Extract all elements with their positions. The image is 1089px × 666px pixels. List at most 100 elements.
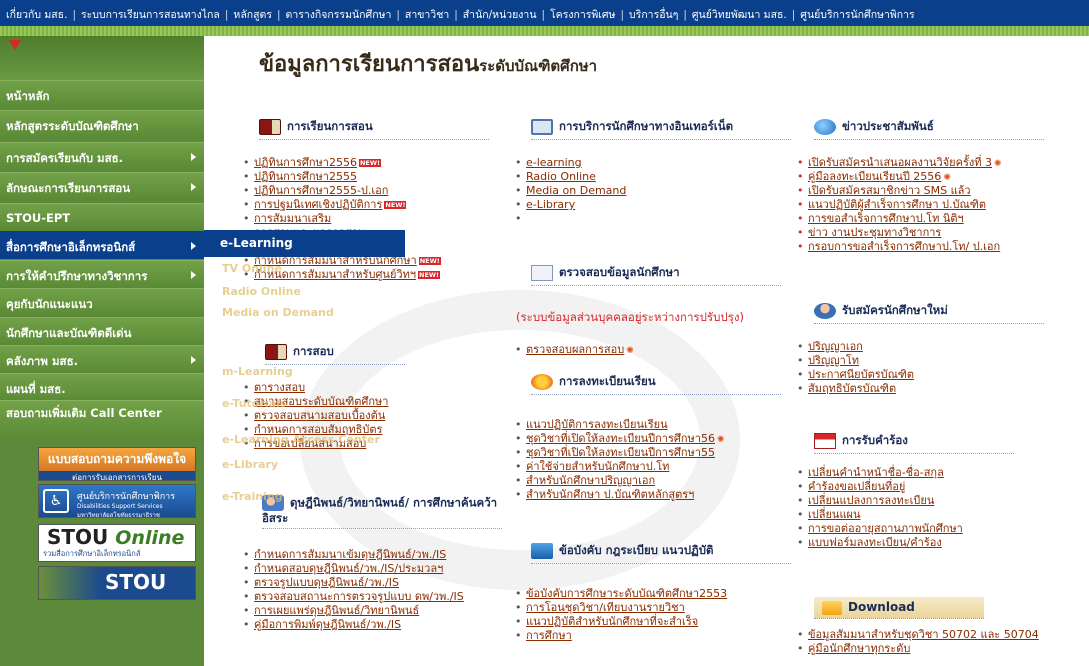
sidebar-item[interactable]: คุยกับนักแนะแนว — [0, 288, 204, 316]
sidebar-item[interactable]: ลักษณะการเรียนการสอน — [0, 172, 204, 200]
list-link[interactable]: การขอสำเร็จการศึกษาป.โท นิติฯ — [808, 212, 964, 225]
list-link[interactable]: คู่มือลงทะเบียนเรียนปี 2556 — [808, 170, 941, 183]
list-link[interactable]: การขอต่ออายุสถานภาพนักศึกษา — [808, 522, 963, 535]
top-nav-item[interactable]: สำนัก/หน่วยงาน — [463, 9, 537, 21]
list-link[interactable]: ข่าว งานประชุมทางวิชาการ — [808, 226, 941, 239]
section-thesis: ดุษฎีนิพนธ์/วิทยานิพนธ์/ การศึกษาค้นคว้า… — [262, 495, 502, 529]
section-check: ตรวจสอบข้อมูลนักศึกษา — [531, 264, 781, 286]
sidebar-item-label: นักศึกษาและบัณฑิตดีเด่น — [6, 326, 132, 340]
nav-separator: | — [72, 9, 76, 21]
sidebar-item[interactable]: การสมัครเรียนกับ มสธ. — [0, 142, 204, 170]
section-check-title: ตรวจสอบข้อมูลนักศึกษา — [559, 265, 680, 279]
list-link[interactable]: ปริญญาเอก — [808, 340, 863, 353]
list-item: ข้อมูลสัมมนาสำหรับชุดวิชา 50702 และ 5070… — [796, 628, 1039, 642]
list-item: ข่าว งานประชุมทางวิชาการ — [796, 226, 1002, 240]
list-link[interactable]: การศึกษา — [526, 629, 572, 642]
list-link[interactable]: Radio Online — [526, 170, 596, 183]
sidebar-item[interactable]: คลังภาพ มสธ. — [0, 345, 204, 373]
list-link[interactable]: ปฏิทินการศึกษา2555 — [254, 170, 357, 183]
sidebar-item[interactable]: นักศึกษาและบัณฑิตดีเด่น — [0, 317, 204, 345]
list-item: แนวปฏิบัติการลงทะเบียนเรียน — [514, 418, 725, 432]
section-download-title: Download — [848, 600, 915, 614]
top-nav-item[interactable]: หลักสูตร — [233, 9, 272, 21]
list-link[interactable]: ตรวจสอบสถานะการตรวจรูปแบบ ดพ/วพ./IS — [254, 590, 464, 603]
list-link[interactable]: ค่าใช้จ่ายสำหรับนักศึกษาป.โท — [526, 460, 669, 473]
section-petition: การรับคำร้อง — [814, 432, 1014, 454]
list-link[interactable]: ตรวจรูปแบบดุษฎีนิพนธ์/วพ./IS — [254, 576, 399, 589]
top-nav-item[interactable]: เกี่ยวกับ มสธ. — [6, 9, 67, 21]
nav-separator: | — [541, 9, 546, 21]
list-link[interactable]: แบบฟอร์มลงทะเบียน/คำร้อง — [808, 536, 942, 549]
list-link[interactable]: ตารางสอบ — [254, 381, 305, 394]
list-link[interactable]: คู่มือนักศึกษาทุกระดับ — [808, 642, 910, 655]
list-link[interactable]: เปิดรับสมัครสมาชิกข่าว SMS แล้ว — [808, 184, 971, 197]
list-link[interactable]: ตรวจสอบผลการสอบ — [526, 343, 624, 356]
chevron-right-icon — [191, 242, 196, 250]
sidebar-item[interactable]: สอบถามเพิ่มเติม Call Center — [0, 400, 204, 440]
list-link[interactable]: คำร้องขอเปลี่ยนที่อยู่ — [808, 480, 905, 493]
list-link[interactable]: เปลี่ยนแปลงการลงทะเบียน — [808, 494, 934, 507]
list-link[interactable]: ประกาศนียบัตรบัณฑิต — [808, 368, 914, 381]
sidebar-item[interactable]: หลักสูตรระดับบัณฑิตศึกษา — [0, 110, 204, 138]
sidebar-item[interactable]: หน้าหลัก — [0, 80, 204, 108]
top-nav-item[interactable]: บริการอื่นๆ — [629, 9, 678, 21]
list-link[interactable]: ชุดวิชาที่เปิดให้ลงทะเบียนปีการศึกษา55 — [526, 446, 715, 459]
disability-banner[interactable]: ♿ ศูนย์บริการนักศึกษาพิการ Disabilities … — [38, 484, 196, 518]
list-link[interactable]: การโอนชุดวิชา/เทียบงานรายวิชา — [526, 601, 685, 614]
top-nav-item[interactable]: ศูนย์วิทยพัฒนา มสธ. — [692, 9, 787, 21]
list-link[interactable]: กรอบการขอสำเร็จการศึกษาป.โท/ ป.เอก — [808, 240, 1000, 253]
list-link[interactable]: แนวปฏิบัติการลงทะเบียนเรียน — [526, 418, 668, 431]
sidebar-item-label: ลักษณะการเรียนการสอน — [6, 181, 131, 195]
list-link[interactable]: สำหรับนักศึกษา ป.บัณฑิตหลักสูตรฯ — [526, 488, 694, 501]
sidebar-item[interactable]: สื่อการศึกษาอิเล็กทรอนิกส์ — [0, 231, 204, 259]
top-nav-item[interactable]: ตารางกิจกรรมนักศึกษา — [286, 9, 392, 21]
list-link[interactable]: การสัมมนาเสริม — [254, 212, 331, 225]
list-link[interactable]: เปลี่ยนแผน — [808, 508, 861, 521]
list-link[interactable]: แนวปฏิบัติผู้สำเร็จการศึกษา ป.บัณฑิต — [808, 198, 986, 211]
register-links: แนวปฏิบัติการลงทะเบียนเรียนชุดวิชาที่เปิ… — [514, 418, 725, 502]
top-nav-item[interactable]: โครงการพิเศษ — [550, 9, 615, 21]
nav-separator: | — [620, 9, 625, 21]
list-link[interactable]: เปิดรับสมัครนำเสนอผลงานวิจัยครั้งที่ 3 — [808, 156, 992, 169]
list-link[interactable]: e-Library — [526, 198, 575, 211]
top-nav-item[interactable]: ศูนย์บริการนักศึกษาพิการ — [800, 9, 914, 21]
globe-icon — [814, 118, 836, 135]
list-link[interactable]: แนวปฏิบัติสำหรับนักศึกษาที่จะสำเร็จ — [526, 615, 698, 628]
list-link[interactable]: สัมฤทธิบัตรบัณฑิต — [808, 382, 896, 395]
list-link[interactable]: ปฏิทินการศึกษา2556 — [254, 156, 357, 169]
survey-banner[interactable]: แบบสอบถามความพึงพอใจ ต่อการรับเอกสารการเ… — [38, 447, 196, 481]
dropdown-elearning[interactable]: e-Learning — [204, 230, 405, 257]
top-nav-item[interactable]: ระบบการเรียนการสอนทางไกล — [81, 9, 220, 21]
stou-online-banner[interactable]: STOU Online รวมสื่อการศึกษาอิเล็กทรอนิกส… — [38, 524, 196, 562]
list-item: ตรวจสอบสถานะการตรวจรูปแบบ ดพ/วพ./IS — [242, 590, 464, 604]
chevron-right-icon — [191, 183, 196, 191]
sidebar-item[interactable]: การให้คำปรึกษาทางวิชาการ — [0, 260, 204, 288]
list-link[interactable]: การปฐมนิเทศเชิงปฏิบัติการ — [254, 198, 382, 211]
list-item: ชุดวิชาที่เปิดให้ลงทะเบียนปีการศึกษา56✺ — [514, 432, 725, 446]
list-link[interactable]: ข้อบังคับการศึกษาระดับบัณฑิตศึกษา2553 — [526, 587, 727, 600]
section-internet-title: การบริการนักศึกษาทางอินเทอร์เน็ต — [559, 119, 734, 133]
list-link[interactable]: Media on Demand — [526, 184, 626, 197]
list-item: e-Library — [514, 198, 626, 212]
new-badge: NEW! — [418, 271, 441, 279]
list-link[interactable]: ชุดวิชาที่เปิดให้ลงทะเบียนปีการศึกษา56 — [526, 432, 715, 445]
list-link[interactable]: สำหรับนักศึกษาปริญญาเอก — [526, 474, 655, 487]
list-link[interactable]: เปลี่ยนคำนำหน้าชื่อ-ชื่อ-สกุล — [808, 466, 944, 479]
list-link[interactable]: คู่มือการพิมพ์ดุษฎีนิพนธ์/วพ./IS — [254, 618, 401, 631]
section-petition-title: การรับคำร้อง — [842, 433, 908, 447]
top-nav-item[interactable]: สาขาวิชา — [405, 9, 449, 21]
list-link[interactable]: กำหนดการสัมมนาเข้มดุษฎีนิพนธ์/วพ./IS — [254, 548, 446, 561]
survey-banner-sub: ต่อการรับเอกสารการเรียน — [39, 471, 195, 480]
list-link[interactable]: ข้อมูลสัมมนาสำหรับชุดวิชา 50702 และ 5070… — [808, 628, 1039, 641]
list-link[interactable]: ปฏิทินการศึกษา2555-ป.เอก — [254, 184, 388, 197]
sidebar-item[interactable]: STOU-EPT — [0, 203, 204, 231]
list-link[interactable]: e-learning — [526, 156, 582, 169]
list-link[interactable]: ปริญญาโท — [808, 354, 859, 367]
list-link[interactable]: ตรวจสอบสนามสอบเบื้องต้น — [254, 409, 385, 422]
list-link[interactable]: การเผยแพร่ดุษฎีนิพนธ์/วิทยานิพนธ์ — [254, 604, 419, 617]
check-icon — [531, 264, 553, 281]
sidebar-item[interactable]: แผนที่ มสธ. — [0, 373, 204, 401]
stou-banner[interactable]: STOU — [38, 566, 196, 600]
list-link[interactable]: กำหนดสอบดุษฎีนิพนธ์/วพ./IS/ประมวลฯ — [254, 562, 443, 575]
sidebar-item-label: คุยกับนักแนะแนว — [6, 297, 93, 311]
